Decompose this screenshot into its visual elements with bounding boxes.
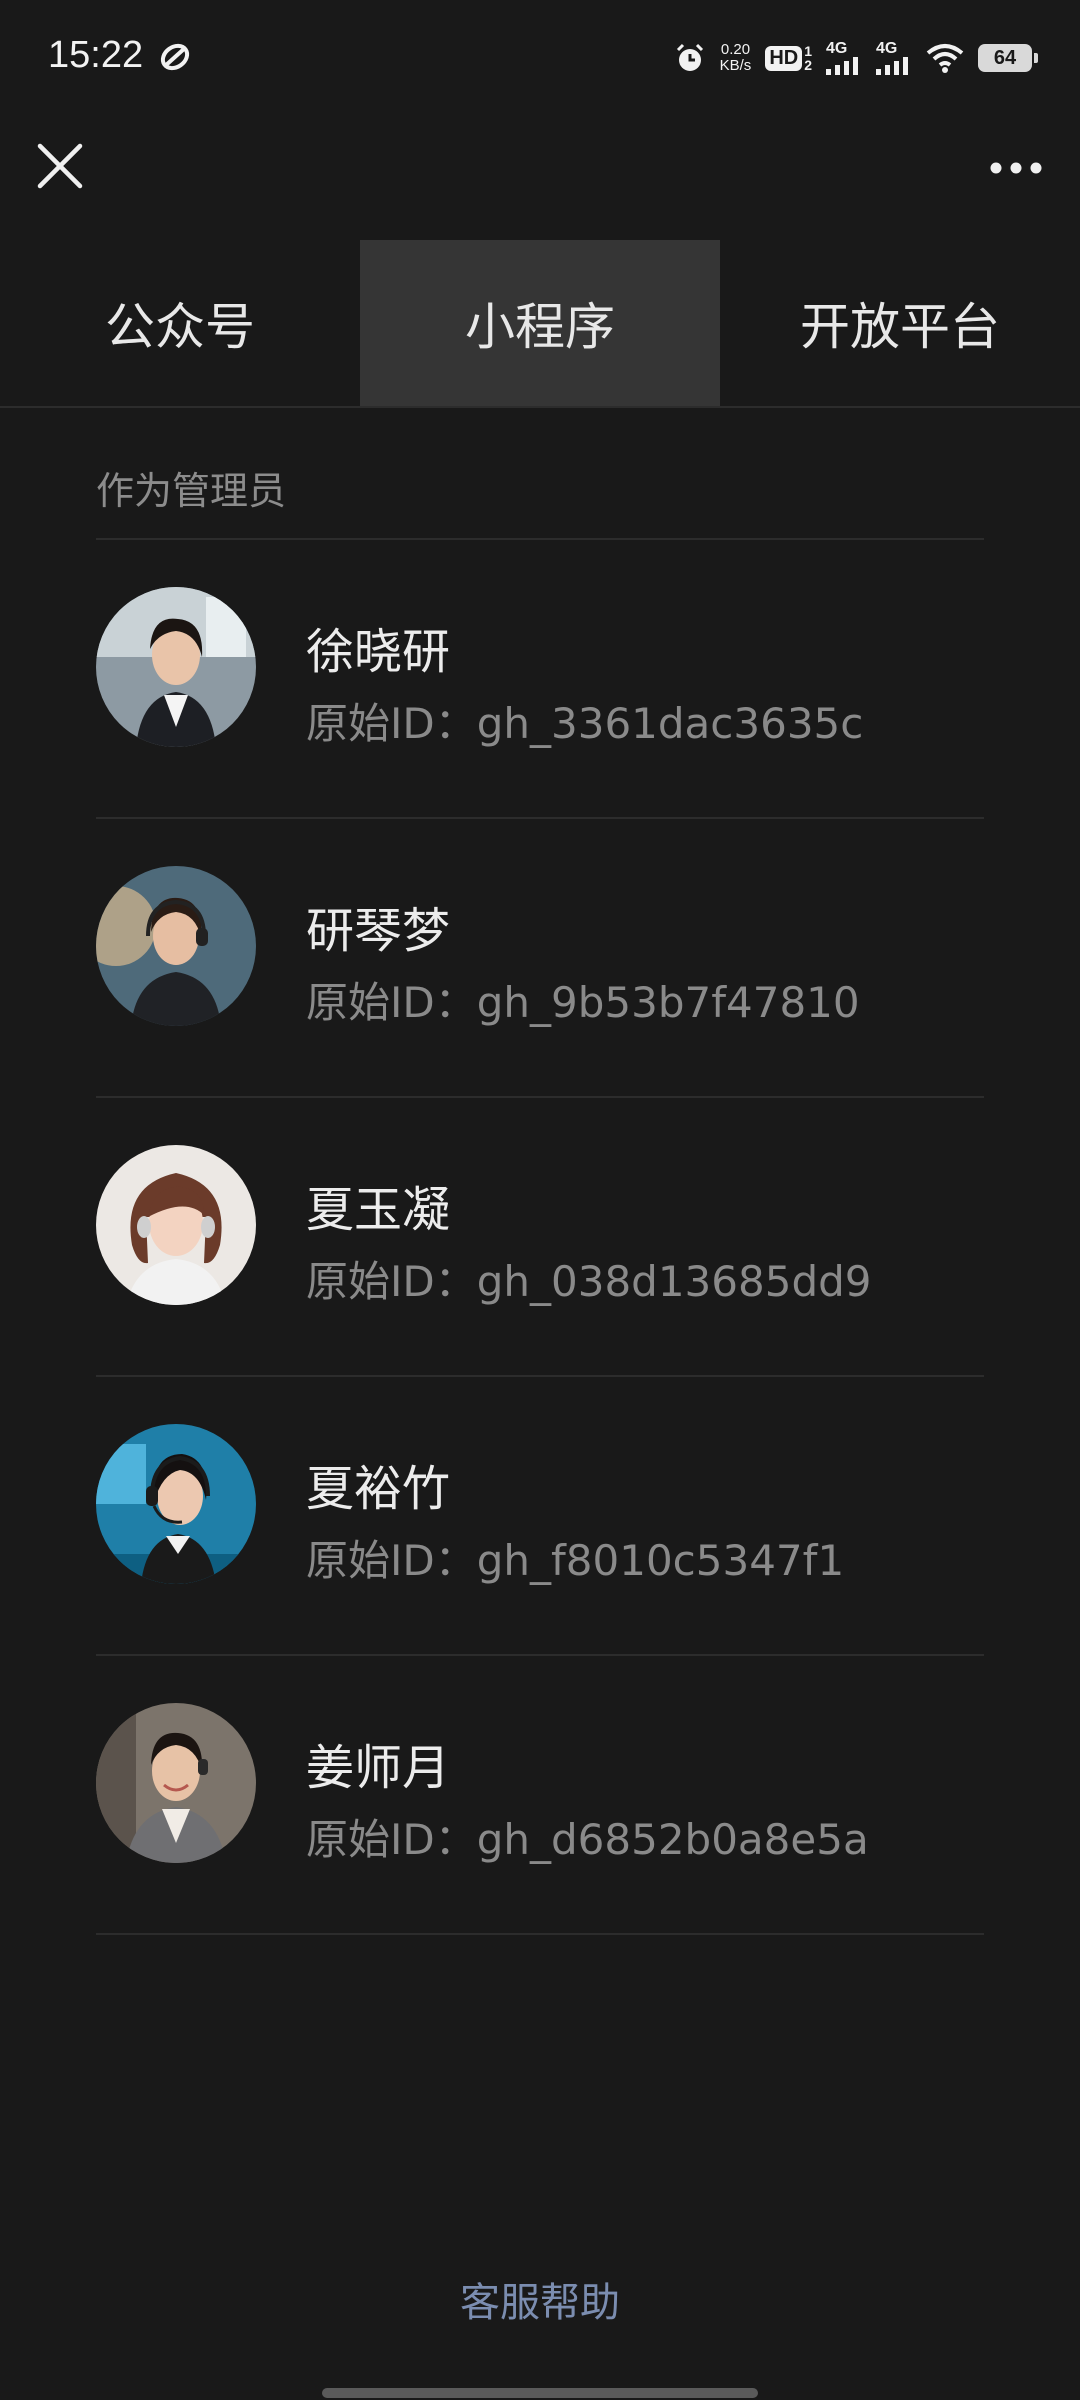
account-name: 研琴梦 [306,903,451,959]
tab-bar: 公众号 小程序 开放平台 [0,240,1080,408]
account-item[interactable]: 夏裕竹 原始ID：gh_f8010c5347f1 [96,1377,984,1656]
signal-icon [876,57,908,75]
signal-1-label: 4G [826,40,848,57]
more-icon[interactable] [988,150,1044,186]
battery-level: 64 [993,46,1017,69]
account-name: 夏裕竹 [306,1461,451,1517]
tab-open-platform[interactable]: 开放平台 [720,240,1080,406]
account-original-id: 原始ID：gh_9b53b7f47810 [306,978,860,1027]
net-speed: 0.20 KB/s [720,42,752,74]
account-original-id: 原始ID：gh_038d13685dd9 [306,1257,872,1306]
account-item[interactable]: 姜师月 原始ID：gh_d6852b0a8e5a [96,1656,984,1935]
account-item[interactable]: 徐晓研 原始ID：gh_3361dac3635c [96,540,984,819]
status-icons: 0.20 KB/s HD 1 2 4G 4G 64 [674,36,1038,80]
avatar [96,1145,256,1305]
net-speed-unit: KB/s [719,57,752,74]
account-original-id: 原始ID：gh_f8010c5347f1 [306,1536,845,1585]
hd-indicator: HD 1 2 [765,44,812,72]
avatar [96,587,256,747]
close-icon[interactable] [34,140,86,192]
status-time: 15:22 [48,34,144,76]
signal-2: 4G [876,41,912,75]
avatar [96,1424,256,1584]
account-item[interactable]: 研琴梦 原始ID：gh_9b53b7f47810 [96,819,984,1098]
status-bar: 15:22 0.20 KB/s HD 1 2 4G 4G 64 [0,0,1080,120]
customer-service-help-link[interactable]: 客服帮助 [0,2270,1080,2328]
signal-1: 4G [826,41,862,75]
account-name: 姜师月 [306,1740,451,1796]
battery-icon: 64 [978,44,1038,72]
wifi-icon [926,44,964,73]
account-original-id: 原始ID：gh_3361dac3635c [306,699,864,748]
tab-official-account[interactable]: 公众号 [0,240,360,406]
app-logo-icon [160,43,190,71]
section-title: 作为管理员 [96,469,287,513]
signal-icon [826,57,858,75]
account-name: 夏玉凝 [306,1182,451,1238]
avatar [96,1703,256,1863]
home-indicator[interactable] [322,2388,758,2398]
account-original-id: 原始ID：gh_d6852b0a8e5a [306,1815,869,1864]
account-name: 徐晓研 [306,624,451,680]
hd-badge: HD [765,45,803,71]
account-list: 徐晓研 原始ID：gh_3361dac3635c 研琴梦 原始ID：gh_9b5… [96,540,984,1935]
signal-2-label: 4G [876,40,898,57]
tab-mini-program[interactable]: 小程序 [360,240,720,406]
alarm-icon [676,43,703,71]
hd-sub-1: 1 [804,43,812,59]
net-speed-value: 0.20 [720,41,751,58]
avatar [96,866,256,1026]
hd-sub-2: 2 [804,57,812,73]
account-item[interactable]: 夏玉凝 原始ID：gh_038d13685dd9 [96,1098,984,1377]
